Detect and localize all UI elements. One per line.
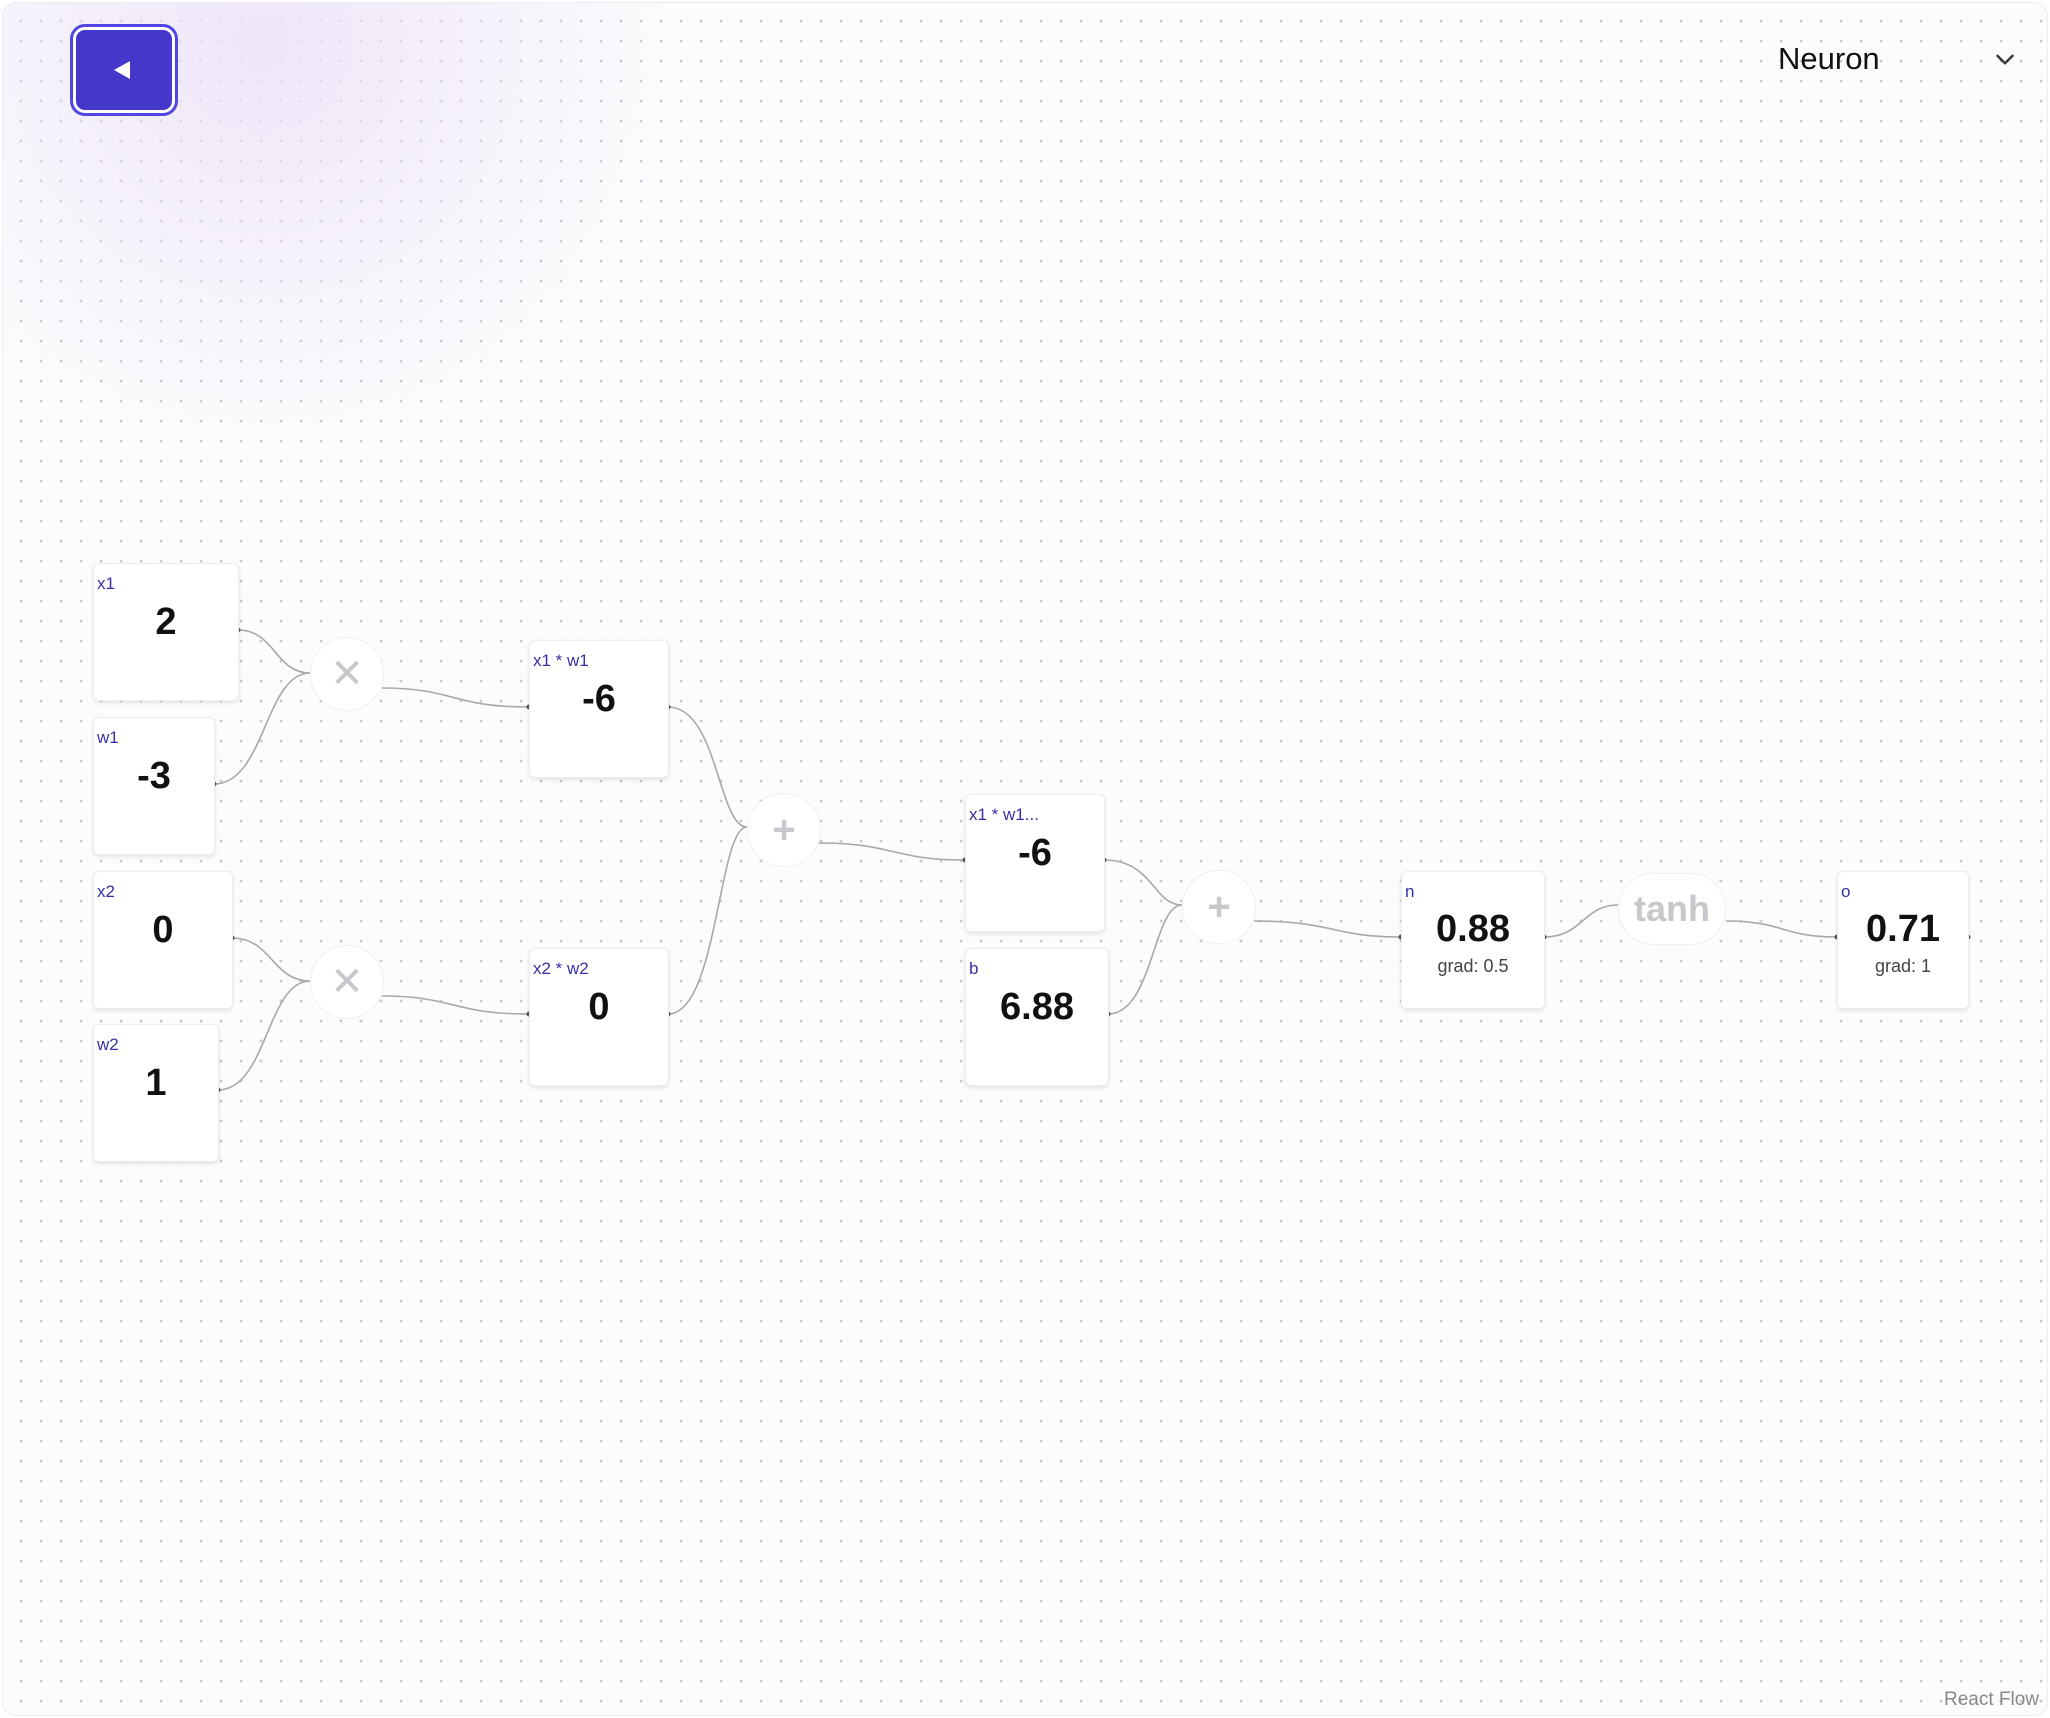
edge-x1-mul1	[237, 629, 311, 674]
edge-x2w2-add1	[667, 826, 748, 1015]
op-tanh[interactable]: tanh	[1618, 873, 1726, 945]
node-w1[interactable]: w1 -3	[93, 717, 215, 855]
node-grad: grad: 0.5	[1437, 956, 1509, 976]
edge-mul2-x2w2	[381, 995, 529, 1015]
node-label: w2	[97, 1035, 119, 1054]
plus-icon: +	[1207, 884, 1231, 929]
node-value: 0.71	[1866, 908, 1940, 950]
node-x1[interactable]: x1 2	[93, 563, 239, 701]
op-add-1[interactable]: +	[747, 793, 821, 867]
node-label: o	[1841, 882, 1851, 901]
op-multiply-2[interactable]: ✕	[310, 945, 384, 1019]
node-value: 1	[145, 1062, 167, 1104]
op-multiply-1[interactable]: ✕	[310, 637, 384, 711]
node-label: w1	[97, 728, 119, 747]
node-label: x1	[97, 574, 115, 593]
node-o[interactable]: o 0.71 grad: 1	[1837, 871, 1969, 1009]
edge-add1-sum1	[818, 842, 965, 861]
edge-b-add2	[1107, 904, 1183, 1015]
plus-icon: +	[772, 807, 796, 852]
edge-mul1-x1w1	[381, 687, 529, 708]
edge-n-tanh	[1543, 904, 1619, 938]
edge-sum1-add2	[1103, 859, 1183, 906]
node-label: x1 * w1	[533, 651, 589, 670]
multiply-icon: ✕	[330, 652, 364, 696]
node-w2[interactable]: w2 1	[93, 1024, 219, 1162]
edge-add2-n	[1253, 920, 1401, 938]
edge-x2-mul2	[231, 937, 311, 982]
node-label: x2 * w2	[533, 959, 589, 978]
flow-canvas[interactable]: Neuron x1 2 w1 -3 x2 0 w2 1 x1 * w1 -6 x…	[2, 2, 2048, 1716]
node-b[interactable]: b 6.88	[965, 948, 1109, 1086]
node-x2[interactable]: x2 0	[93, 871, 233, 1009]
node-value: 0.88	[1436, 908, 1510, 950]
node-value: 6.88	[1000, 986, 1074, 1028]
edge-x1w1-add1	[667, 706, 748, 828]
node-label: n	[1405, 882, 1415, 901]
node-label: x1 * w1...	[969, 805, 1039, 824]
react-flow-attribution[interactable]: React Flow	[1944, 1689, 2039, 1711]
node-value: 2	[155, 601, 177, 643]
node-value: 0	[588, 986, 610, 1028]
op-add-2[interactable]: +	[1182, 870, 1256, 944]
node-x2-times-w2[interactable]: x2 * w2 0	[529, 948, 669, 1086]
node-x1-times-w1[interactable]: x1 * w1 -6	[529, 640, 669, 778]
edge-tanh-o	[1725, 920, 1837, 938]
node-value: -6	[582, 678, 616, 720]
node-grad: grad: 1	[1874, 956, 1932, 976]
multiply-icon: ✕	[330, 960, 364, 1004]
node-value: -6	[1018, 832, 1052, 874]
node-label: b	[969, 959, 979, 978]
node-n[interactable]: n 0.88 grad: 0.5	[1401, 871, 1545, 1009]
node-value: 0	[152, 909, 174, 951]
node-value: -3	[137, 755, 171, 797]
node-label: x2	[97, 882, 115, 901]
tanh-label: tanh	[1634, 888, 1710, 929]
node-weighted-sum[interactable]: x1 * w1... -6	[965, 794, 1105, 932]
